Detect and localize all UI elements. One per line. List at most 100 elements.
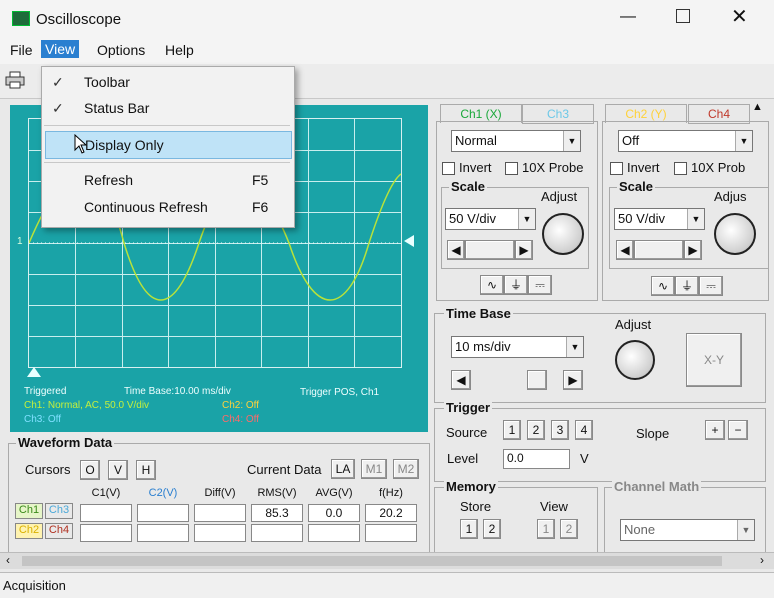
view-1-button[interactable]: 1 [537, 519, 555, 539]
left-scale-track[interactable] [465, 240, 515, 260]
right-scale-inc-button[interactable]: ▶ [684, 240, 702, 260]
time-base-knob[interactable] [615, 340, 655, 380]
cursor-v-button[interactable]: V [108, 460, 128, 480]
left-scale-inc-button[interactable]: ▶ [515, 240, 533, 260]
left-probe-checkbox[interactable] [505, 162, 518, 175]
chevron-down-icon: ▼ [566, 337, 583, 357]
right-probe-checkbox[interactable] [674, 162, 687, 175]
col-header-c1: C1(V) [91, 487, 121, 499]
print-icon[interactable] [5, 71, 25, 89]
menu-divider [44, 162, 290, 163]
store-1-button[interactable]: 1 [460, 519, 478, 539]
horizontal-scrollbar[interactable]: ‹ › [0, 552, 774, 569]
right-invert-checkbox[interactable] [610, 162, 623, 175]
left-coupling-ac-button[interactable]: ∿ [480, 275, 504, 295]
time-base-select[interactable]: 10 ms/div ▼ [451, 336, 584, 358]
trigger-pos-readout: Trigger POS, Ch1 [300, 387, 380, 398]
time-base-dec-button[interactable]: ◀ [451, 370, 471, 390]
status-text: Acquisition [3, 578, 66, 593]
trigger-level-marker[interactable] [404, 235, 414, 247]
menu-item-status-bar[interactable]: ✓ Status Bar [42, 95, 292, 121]
left-adjust-knob[interactable] [542, 213, 584, 255]
view-2-button[interactable]: 2 [560, 519, 578, 539]
menu-item-continuous-refresh[interactable]: Continuous Refresh F6 [42, 194, 292, 220]
slope-plus-button[interactable]: + [705, 420, 725, 440]
maximize-icon[interactable] [676, 9, 690, 23]
scroll-right-icon[interactable]: › [760, 553, 764, 567]
left-channel-mode-select[interactable]: Normal ▼ [451, 130, 581, 152]
close-icon[interactable]: ✕ [731, 4, 748, 29]
store-2-button[interactable]: 2 [483, 519, 501, 539]
slope-minus-button[interactable]: − [728, 420, 748, 440]
trigger-source-3-button[interactable]: 3 [551, 420, 569, 440]
menu-item-toolbar-label: Toolbar [84, 74, 130, 90]
triggered-label: Triggered [24, 386, 67, 397]
left-invert-label: Invert [459, 160, 492, 175]
trigger-source-4-button[interactable]: 4 [575, 420, 593, 440]
memory-store-label: Store [460, 499, 492, 514]
data-m1-button[interactable]: M1 [361, 459, 387, 479]
right-coupling-dc-button[interactable]: ⎓ [699, 276, 723, 296]
menu-item-continuous-refresh-shortcut: F6 [252, 199, 269, 215]
menu-item-toolbar[interactable]: ✓ Toolbar [42, 69, 292, 95]
memory-title: Memory [444, 479, 498, 494]
menu-help[interactable]: Help [165, 42, 194, 58]
ch4-readout: Ch4: Off [222, 414, 260, 425]
time-base-readout: Time Base:10.00 ms/div [124, 386, 231, 397]
time-base-value: 10 ms/div [455, 339, 511, 354]
left-scale-dec-button[interactable]: ◀ [447, 240, 465, 260]
trigger-source-label: Source [446, 425, 488, 440]
time-base-inc-button[interactable]: ▶ [563, 370, 583, 390]
right-adjust-label: Adjus [714, 189, 747, 204]
row-tag-ch4: Ch4 [45, 523, 73, 539]
chevron-down-icon: ▼ [735, 131, 752, 151]
right-scale-value: 50 V/div [618, 211, 665, 226]
data-la-button[interactable]: LA [331, 459, 355, 479]
cursor-off-button[interactable]: O [80, 460, 100, 480]
left-scale-select[interactable]: 50 V/div ▼ [445, 208, 536, 230]
scroll-left-icon[interactable]: ‹ [6, 553, 10, 567]
menu-item-refresh[interactable]: Refresh F5 [42, 167, 292, 193]
col-header-c2: C2(V) [148, 487, 178, 499]
trigger-position-marker[interactable] [27, 367, 41, 377]
right-adjust-knob[interactable] [714, 213, 756, 255]
channel-math-select[interactable]: None ▼ [620, 519, 755, 541]
right-coupling-ac-button[interactable]: ∿ [651, 276, 675, 296]
xy-button[interactable]: X-Y [686, 333, 742, 387]
menu-file[interactable]: File [10, 42, 33, 58]
menu-item-refresh-shortcut: F5 [252, 172, 269, 188]
check-icon: ✓ [52, 74, 64, 90]
left-coupling-dc-button[interactable]: ⎓ [528, 275, 552, 295]
right-scale-dec-button[interactable]: ◀ [616, 240, 634, 260]
right-scale-select[interactable]: 50 V/div ▼ [614, 208, 705, 230]
col-header-freq: f(Hz) [379, 487, 403, 499]
right-scale-track[interactable] [634, 240, 684, 260]
menu-item-display-only[interactable]: Display Only [45, 131, 292, 159]
trigger-level-input[interactable]: 0.0 [503, 449, 570, 469]
time-base-adjust-label: Adjust [615, 317, 652, 332]
scroll-thumb[interactable] [22, 556, 722, 566]
menu-view[interactable]: View [41, 40, 80, 58]
tab-scroll-up-icon[interactable]: ▲ [752, 101, 763, 113]
cursor-h-button[interactable]: H [136, 460, 156, 480]
ch2-rms-cell [251, 524, 303, 542]
right-channel-mode-value: Off [622, 133, 640, 148]
menu-item-status-bar-label: Status Bar [84, 100, 150, 116]
ch1-rms-cell: 85.3 [251, 504, 303, 522]
left-coupling-gnd-button[interactable]: ⏚ [504, 275, 528, 295]
right-channel-mode-select[interactable]: Off ▼ [618, 130, 753, 152]
menu-options[interactable]: Options [97, 42, 145, 58]
left-invert-checkbox[interactable] [442, 162, 455, 175]
col-header-diff: Diff(V) [204, 487, 236, 499]
trigger-source-2-button[interactable]: 2 [527, 420, 545, 440]
data-m2-button[interactable]: M2 [393, 459, 419, 479]
row-tag-ch1: Ch1 [15, 503, 43, 519]
minimize-icon[interactable]: — [620, 8, 636, 26]
trigger-source-1-button[interactable]: 1 [503, 420, 521, 440]
waveform-data-title: Waveform Data [16, 435, 115, 450]
time-base-track[interactable] [527, 370, 547, 390]
right-coupling-gnd-button[interactable]: ⏚ [675, 276, 699, 296]
trigger-slope-label: Slope [636, 426, 670, 441]
channel-math-value: None [624, 522, 656, 537]
trigger-level-unit: V [580, 451, 589, 466]
